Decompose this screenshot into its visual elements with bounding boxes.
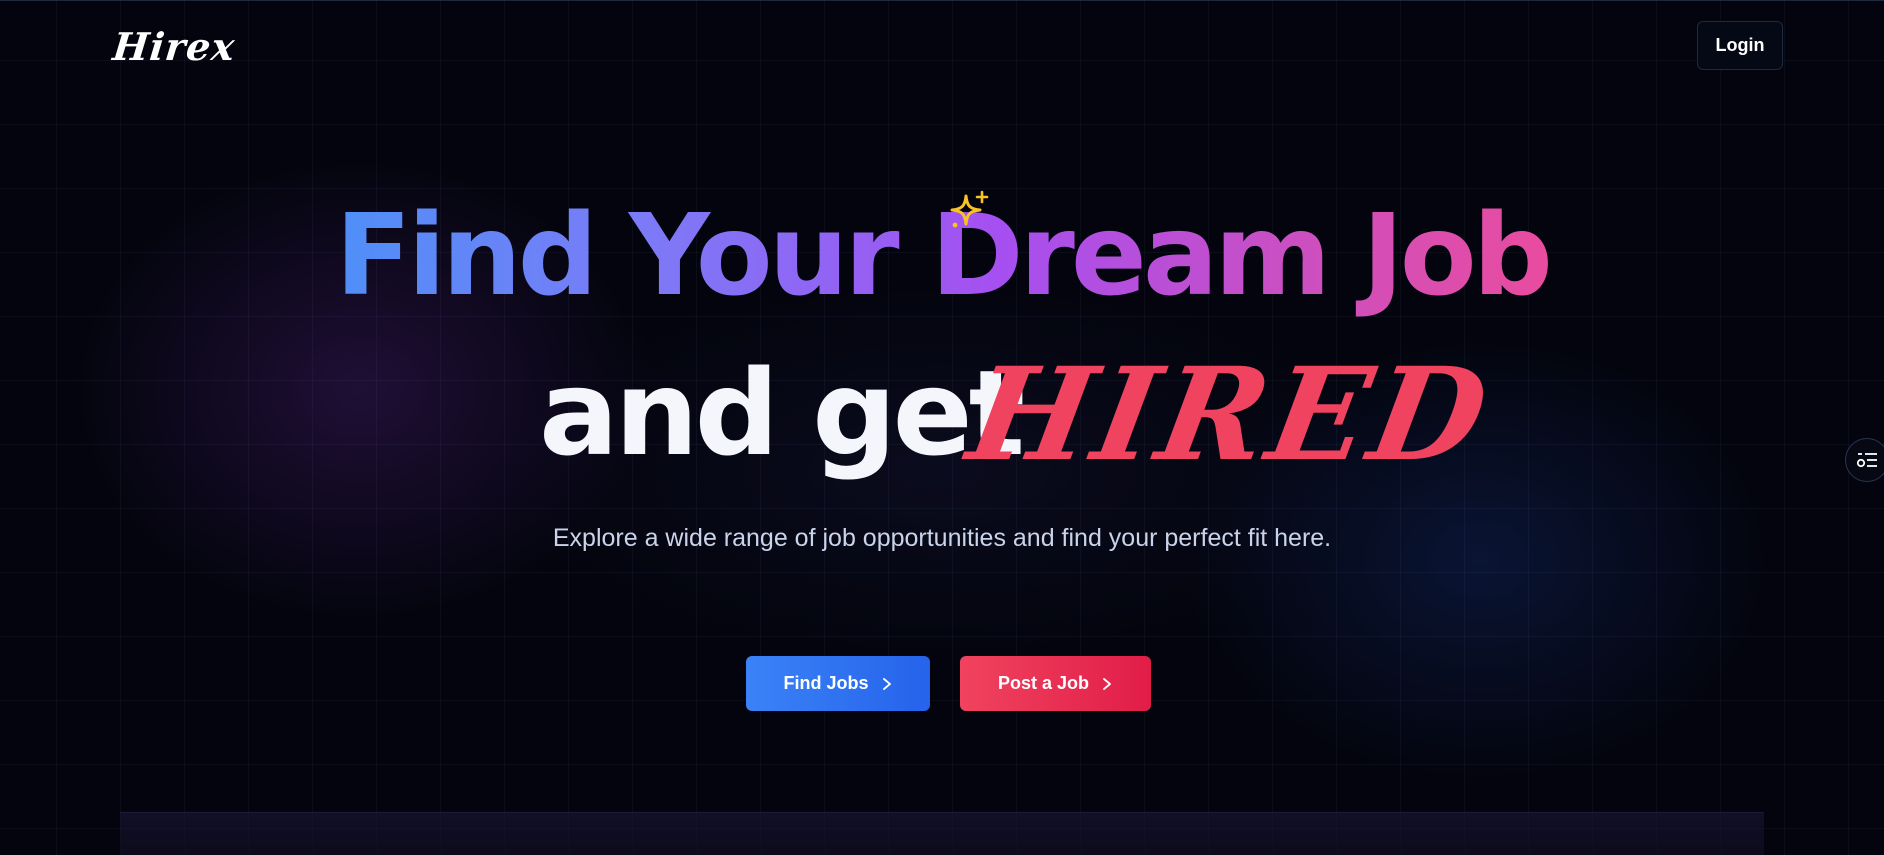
chevron-right-icon <box>882 677 891 690</box>
hero-title-gradient-text: Find Your Dream Job <box>335 191 1553 321</box>
hero-subtitle: Explore a wide range of job opportunitie… <box>552 524 1332 552</box>
hero-title-line1: Find Your Dream Job <box>0 196 1884 316</box>
find-jobs-label: Find Jobs <box>783 673 869 693</box>
logo[interactable]: Hirex <box>111 24 238 69</box>
find-jobs-button[interactable]: Find Jobs <box>746 656 930 711</box>
hero-title-line2: and get <box>539 344 1025 482</box>
hero-title-highlight: HIRED <box>958 340 1501 490</box>
landing-page: Hirex Login Find Your Dream Job and get … <box>0 0 1884 855</box>
post-job-button[interactable]: Post a Job <box>960 656 1151 711</box>
site-header: Hirex Login <box>0 0 1884 96</box>
filter-list-icon <box>1856 453 1877 468</box>
post-job-label: Post a Job <box>997 673 1090 693</box>
next-section-edge <box>120 812 1764 855</box>
side-widget-button[interactable] <box>1845 438 1884 482</box>
sparkle-icon <box>950 190 989 228</box>
login-button[interactable]: Login <box>1697 21 1783 70</box>
chevron-right-icon <box>1103 677 1111 690</box>
